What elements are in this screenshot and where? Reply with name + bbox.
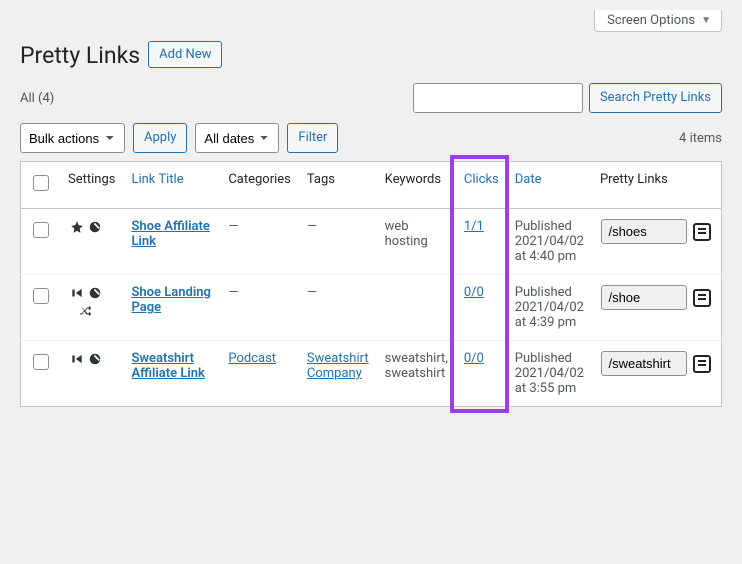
screen-options-toggle[interactable]: Screen Options ▼ xyxy=(594,10,722,32)
table-row: Shoe Landing Page — — 0/0 Published 2021… xyxy=(21,275,722,341)
col-keywords: Keywords xyxy=(377,162,456,209)
links-table: Settings Link Title Categories Tags Keyw… xyxy=(20,161,722,407)
apply-button[interactable]: Apply xyxy=(133,123,187,153)
filter-button[interactable]: Filter xyxy=(287,123,338,153)
search-input[interactable] xyxy=(413,83,583,113)
search-button[interactable]: Search Pretty Links xyxy=(589,83,722,113)
forward-icon[interactable] xyxy=(69,351,85,367)
items-count: 4 items xyxy=(679,131,722,146)
chevron-down-icon: ▼ xyxy=(701,15,711,26)
link-title[interactable]: Shoe Landing Page xyxy=(131,285,210,315)
col-settings: Settings xyxy=(60,162,123,209)
disable-icon[interactable] xyxy=(87,351,103,367)
category-link[interactable]: Podcast xyxy=(228,351,276,366)
copy-icon[interactable] xyxy=(693,289,711,307)
date-cell: Published 2021/04/02 at 3:55 pm xyxy=(507,341,592,407)
disable-icon[interactable] xyxy=(87,285,103,301)
shuffle-icon[interactable] xyxy=(78,303,94,319)
slug-field[interactable] xyxy=(601,219,687,244)
select-all-checkbox[interactable] xyxy=(33,175,49,191)
tag-link[interactable]: Sweatshirt Company xyxy=(307,351,369,381)
date-cell: Published 2021/04/02 at 4:40 pm xyxy=(507,209,592,275)
keywords-cell xyxy=(377,275,456,341)
disable-icon[interactable] xyxy=(87,219,103,235)
col-title[interactable]: Link Title xyxy=(131,172,183,187)
add-new-button[interactable]: Add New xyxy=(148,41,222,69)
link-title[interactable]: Sweatshirt Affiliate Link xyxy=(131,351,204,381)
keywords-cell: web hosting xyxy=(377,209,456,275)
forward-icon[interactable] xyxy=(69,285,85,301)
star-icon[interactable] xyxy=(69,219,85,235)
date-cell: Published 2021/04/02 at 4:39 pm xyxy=(507,275,592,341)
slug-field[interactable] xyxy=(601,351,687,376)
keywords-cell: sweatshirt, sweatshirt xyxy=(377,341,456,407)
col-categories: Categories xyxy=(220,162,299,209)
col-clicks[interactable]: Clicks xyxy=(464,172,499,187)
bulk-actions-select[interactable]: Bulk actions xyxy=(20,123,125,153)
col-pretty: Pretty Links xyxy=(592,162,722,209)
table-row: Shoe Affiliate Link — — web hosting 1/1 … xyxy=(21,209,722,275)
copy-icon[interactable] xyxy=(693,223,711,241)
link-title[interactable]: Shoe Affiliate Link xyxy=(131,219,209,249)
view-filter-all[interactable]: All (4) xyxy=(20,91,54,106)
clicks-link[interactable]: 0/0 xyxy=(464,285,484,300)
copy-icon[interactable] xyxy=(693,355,711,373)
row-checkbox[interactable] xyxy=(33,354,49,370)
col-tags: Tags xyxy=(299,162,377,209)
slug-field[interactable] xyxy=(601,285,687,310)
clicks-link[interactable]: 1/1 xyxy=(464,219,484,234)
table-row: Sweatshirt Affiliate Link Podcast Sweats… xyxy=(21,341,722,407)
clicks-link[interactable]: 0/0 xyxy=(464,351,484,366)
screen-options-label: Screen Options xyxy=(607,13,695,28)
date-filter-select[interactable]: All dates xyxy=(195,123,279,153)
row-checkbox[interactable] xyxy=(33,222,49,238)
page-title: Pretty Links xyxy=(20,36,140,73)
col-date[interactable]: Date xyxy=(515,172,542,187)
row-checkbox[interactable] xyxy=(33,288,49,304)
